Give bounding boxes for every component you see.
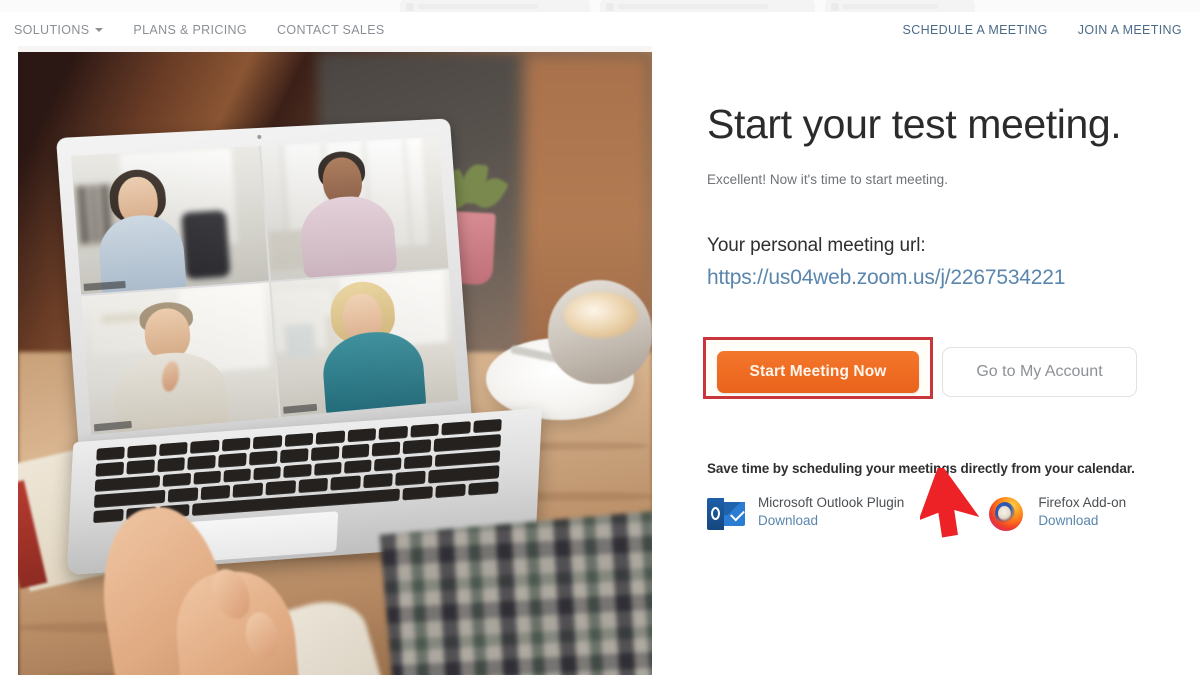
hero-image — [18, 52, 652, 675]
video-tile — [70, 145, 269, 295]
plugin-item-outlook[interactable]: Microsoft Outlook Plugin Download — [707, 494, 904, 533]
tab-title — [418, 4, 538, 9]
red-arrow-cursor-icon — [920, 468, 980, 538]
nav-item-plans-pricing[interactable]: PLANS & PRICING — [133, 23, 247, 37]
nav-item-contact-sales[interactable]: CONTACT SALES — [277, 23, 385, 37]
browser-tab[interactable] — [825, 0, 975, 12]
video-grid — [70, 136, 459, 435]
tab-title — [843, 4, 938, 9]
main-content: Start your test meeting. Excellent! Now … — [703, 52, 1177, 533]
nav-item-solutions[interactable]: SOLUTIONS — [14, 23, 104, 37]
browser-tab[interactable] — [400, 0, 590, 12]
firefox-icon — [987, 495, 1025, 533]
laptop — [43, 109, 543, 576]
page-subtitle: Excellent! Now it's time to start meetin… — [707, 172, 949, 188]
nav-item-join-a-meeting[interactable]: JOIN A MEETING — [1078, 23, 1182, 37]
nav-left-group: SOLUTIONS PLANS & PRICING CONTACT SALES — [14, 12, 385, 48]
nav-item-schedule-a-meeting[interactable]: SCHEDULE A MEETING — [903, 23, 1048, 37]
plugin-download-link[interactable]: Download — [758, 512, 904, 530]
browser-tab[interactable] — [600, 0, 815, 12]
plugin-name: Firefox Add-on — [1038, 495, 1127, 511]
action-button-row: Start Meeting Now Go to My Account — [703, 337, 1177, 403]
tab-favicon-icon — [406, 3, 414, 11]
meeting-url-link[interactable]: https://us04web.zoom.us/j/2267534221 — [707, 266, 1177, 290]
browser-tab-strip — [0, 0, 1200, 12]
meeting-url-label: Your personal meeting url: — [707, 235, 926, 257]
nav-item-solutions-label: SOLUTIONS — [14, 23, 90, 37]
video-tile — [81, 282, 279, 435]
start-meeting-now-button[interactable]: Start Meeting Now — [717, 351, 919, 394]
plugin-name: Microsoft Outlook Plugin — [758, 495, 905, 511]
go-to-my-account-button[interactable]: Go to My Account — [942, 347, 1137, 398]
page-root: SOLUTIONS PLANS & PRICING CONTACT SALES … — [0, 0, 1200, 675]
outlook-icon — [707, 495, 745, 533]
page-title: Start your test meeting. — [707, 101, 1122, 147]
tab-favicon-icon — [606, 3, 614, 11]
tab-title — [618, 4, 768, 9]
tab-favicon-icon — [831, 3, 839, 11]
top-navigation: SOLUTIONS PLANS & PRICING CONTACT SALES … — [0, 12, 1200, 48]
plugin-item-firefox[interactable]: Firefox Add-on Download — [987, 494, 1126, 533]
plugin-download-link[interactable]: Download — [1038, 512, 1126, 530]
video-tile — [271, 269, 459, 418]
chevron-down-icon — [95, 28, 104, 32]
nav-right-group: SCHEDULE A MEETING JOIN A MEETING — [903, 12, 1182, 48]
video-tile — [260, 136, 449, 281]
meeting-url-block: Your personal meeting url: https://us04w… — [707, 235, 1177, 290]
